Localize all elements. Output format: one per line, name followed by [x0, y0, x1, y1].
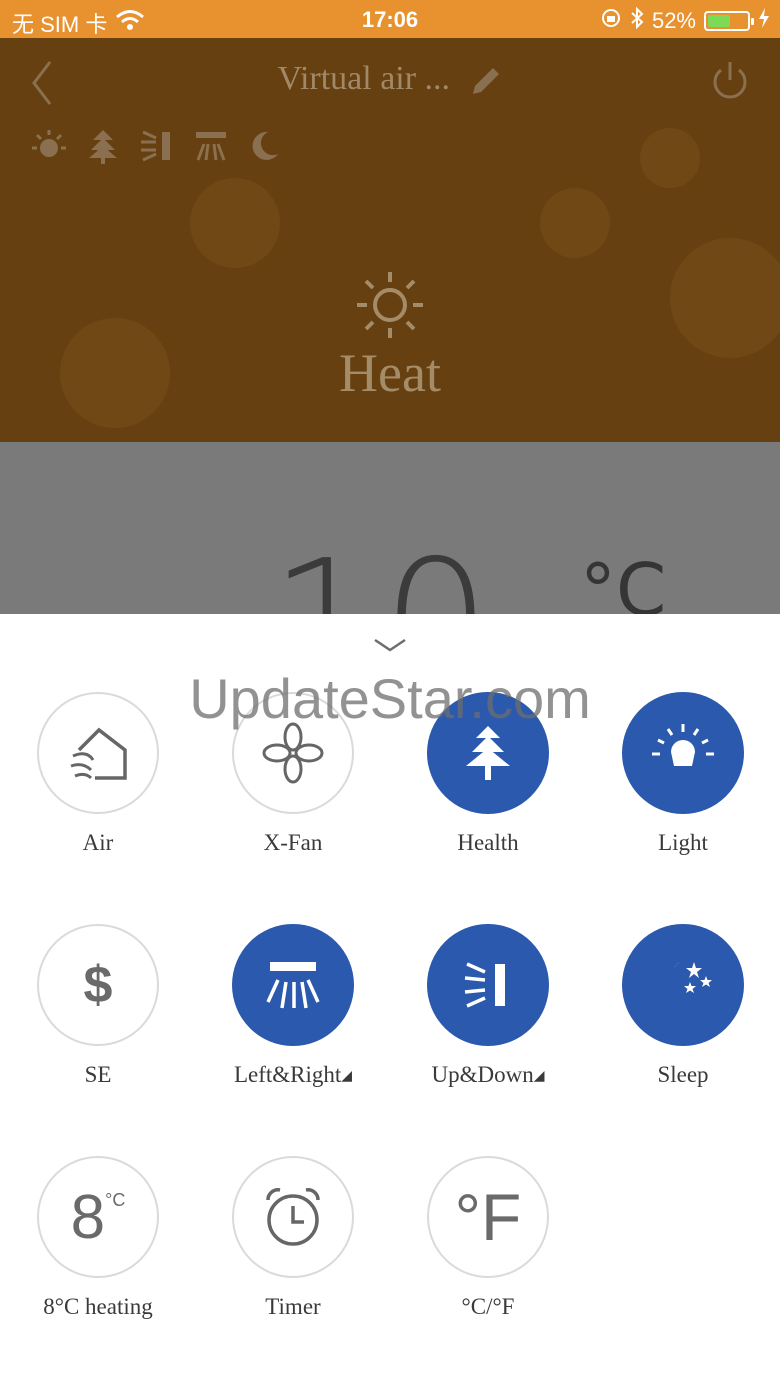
- degree-c-glyph: °C: [105, 1190, 126, 1210]
- se-button[interactable]: $ SE: [0, 924, 196, 1124]
- swing-vertical-icon: [427, 924, 549, 1046]
- tree-icon: [427, 692, 549, 814]
- health-label: Health: [457, 830, 519, 855]
- sleep-status-icon: [246, 126, 284, 166]
- xfan-label: X-Fan: [263, 830, 323, 855]
- unit-toggle-button[interactable]: °F °C/°F: [390, 1156, 586, 1356]
- left-right-button[interactable]: Left&Right◢: [195, 924, 391, 1124]
- header-area: Virtual air ... Heat: [0, 38, 780, 442]
- device-title: Virtual air ...: [277, 60, 451, 97]
- air-label: Air: [82, 830, 114, 855]
- swing-horizontal-icon: [232, 924, 354, 1046]
- light-label: Light: [658, 830, 708, 855]
- rotation-lock-icon: [600, 7, 622, 35]
- up-down-button[interactable]: Up&Down◢: [390, 924, 586, 1124]
- unit-toggle-label: °C/°F: [461, 1294, 515, 1319]
- battery-icon: [704, 11, 754, 31]
- status-right: 52%: [600, 6, 770, 35]
- temperature-value: 10: [270, 538, 494, 614]
- 8c-icon: 8 °C: [37, 1156, 159, 1278]
- up-down-label: Up&Down◢: [431, 1062, 545, 1087]
- charging-icon: [758, 7, 770, 35]
- alarm-clock-icon: [232, 1156, 354, 1278]
- timer-label: Timer: [265, 1294, 321, 1319]
- eight-degree-heating-label: 8°C heating: [43, 1294, 153, 1319]
- function-sheet: UpdateStar.com Air X-Fan Health Light $ …: [0, 614, 780, 1387]
- device-title-row: Virtual air ...: [0, 60, 780, 98]
- light-button[interactable]: Light: [585, 692, 780, 892]
- bluetooth-icon: [630, 6, 644, 35]
- temperature-area: 10 °C: [0, 442, 780, 614]
- collapse-chevron-icon[interactable]: [372, 636, 408, 659]
- health-button[interactable]: Health: [390, 692, 586, 892]
- fan-icon: [232, 692, 354, 814]
- eight-degree-heating-button[interactable]: 8 °C 8°C heating: [0, 1156, 196, 1356]
- light-status-icon: [30, 126, 68, 166]
- heat-mode-icon: [355, 270, 425, 345]
- moon-stars-icon: [622, 924, 744, 1046]
- xfan-button[interactable]: X-Fan: [195, 692, 391, 892]
- sleep-button[interactable]: Sleep: [585, 924, 780, 1124]
- power-button[interactable]: [710, 60, 750, 107]
- dollar-icon: $: [37, 924, 159, 1046]
- fahrenheit-glyph: °F: [454, 1180, 522, 1254]
- dollar-glyph: $: [83, 956, 113, 1014]
- fahrenheit-icon: °F: [427, 1156, 549, 1278]
- battery-percent: 52%: [651, 8, 696, 33]
- air-icon: [37, 692, 159, 814]
- leftright-status-icon: [192, 126, 230, 166]
- eight-glyph: 8: [70, 1182, 106, 1252]
- health-status-icon: [84, 126, 122, 166]
- updown-status-icon: [138, 126, 176, 166]
- edit-name-icon[interactable]: [459, 60, 503, 97]
- mode-label: Heat: [339, 343, 441, 403]
- left-right-label: Left&Right◢: [233, 1062, 353, 1087]
- timer-button[interactable]: Timer: [195, 1156, 391, 1356]
- status-bar: 无 SIM 卡 17:06 52%: [0, 0, 780, 38]
- air-button[interactable]: Air: [0, 692, 196, 892]
- sleep-label: Sleep: [657, 1062, 709, 1087]
- temperature-unit: °C: [580, 548, 667, 614]
- se-label: SE: [84, 1062, 112, 1087]
- active-feature-icons: [30, 126, 284, 166]
- light-bulb-icon: [622, 692, 744, 814]
